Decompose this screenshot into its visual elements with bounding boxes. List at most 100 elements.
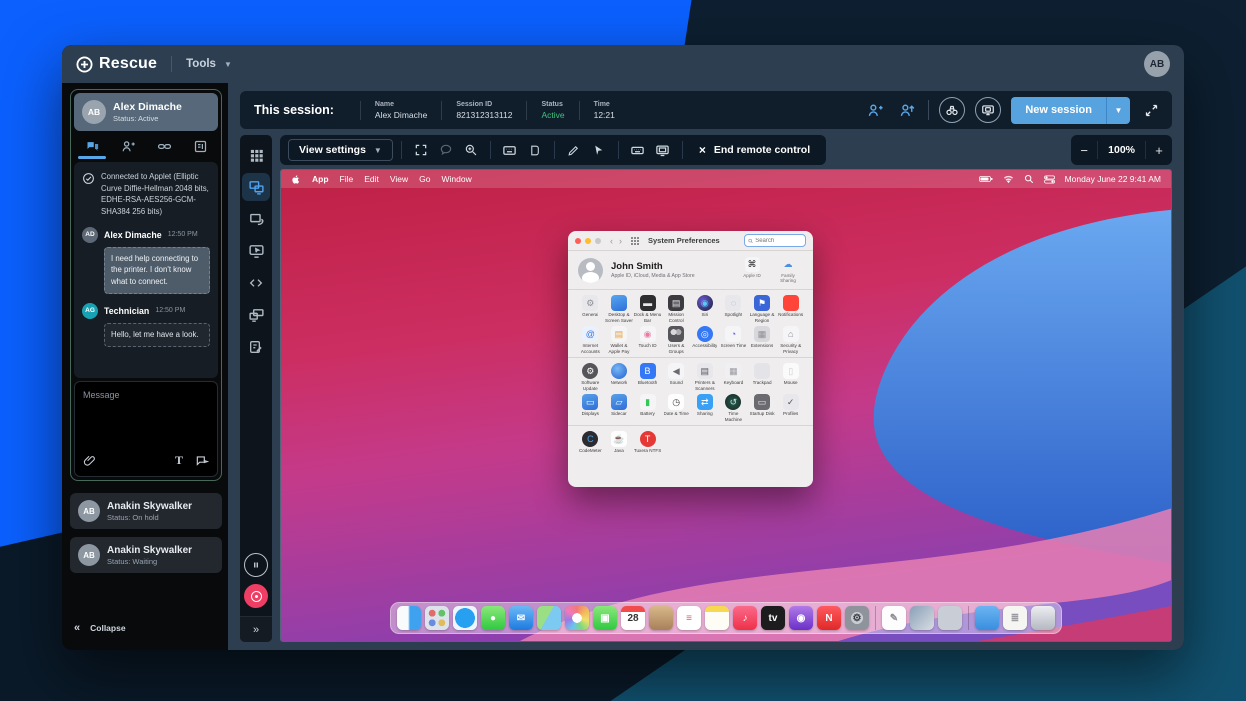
pref-sharing[interactable]: ⇄ Sharing: [691, 394, 720, 422]
tools-menu[interactable]: Tools ▼: [186, 58, 232, 70]
zoom-in-tool-button[interactable]: [460, 139, 482, 161]
zoom-window-button[interactable]: [595, 238, 601, 244]
text-format-icon[interactable]: T: [175, 453, 183, 468]
dock-icon-document[interactable]: ≣: [1003, 606, 1027, 630]
dock-icon-podcasts[interactable]: ◉: [789, 606, 813, 630]
dock-icon-reminders[interactable]: ≡: [677, 606, 701, 630]
balloon-tool-button[interactable]: [435, 139, 457, 161]
menu-app[interactable]: App: [312, 174, 329, 184]
pref-mouse[interactable]: ▯ Mouse: [776, 363, 805, 391]
pref-displays[interactable]: ▭ Displays: [576, 394, 605, 422]
pref-mission-control[interactable]: ▤ Mission Control: [662, 295, 691, 323]
pref-software-update[interactable]: ⚙ Software Update: [576, 363, 605, 391]
pref-trackpad[interactable]: Trackpad: [748, 363, 777, 391]
view-settings-dropdown[interactable]: View settings ▼: [288, 139, 393, 161]
pref-sidecar[interactable]: ▱ Sidecar: [605, 394, 634, 422]
prefs-search-input[interactable]: [755, 238, 802, 244]
new-session-button[interactable]: New session: [1011, 97, 1106, 124]
pref-screen-time[interactable]: ◔ Screen Time: [719, 326, 748, 354]
remote-control-tab[interactable]: [242, 173, 270, 201]
pref-spotlight[interactable]: ◌ Spotlight: [719, 295, 748, 323]
menu-item[interactable]: Window: [442, 174, 472, 184]
pref-desktop-screen-saver[interactable]: Desktop & Screen Saver: [605, 295, 634, 323]
tab-chat[interactable]: [74, 133, 110, 159]
apple-id-row[interactable]: John Smith Apple ID, iCloud, Media & App…: [568, 251, 813, 290]
show-all-icon[interactable]: [631, 237, 639, 245]
zoom-in-button[interactable]: +: [1146, 135, 1172, 165]
pref-startup-disk[interactable]: ▭ Startup Disk: [748, 394, 777, 422]
pref-profiles[interactable]: ✓ Profiles: [776, 394, 805, 422]
pref-bluetooth[interactable]: B Bluetooth: [633, 363, 662, 391]
wifi-icon[interactable]: [1003, 175, 1014, 184]
pref-siri[interactable]: ◉ Siri: [691, 295, 720, 323]
dock-icon-tv[interactable]: tv: [761, 606, 785, 630]
keyboard-sync-button[interactable]: [627, 139, 649, 161]
dock-icon-textedit[interactable]: ✎: [882, 606, 906, 630]
pref-touch-id[interactable]: ◉ Touch ID: [633, 326, 662, 354]
dock-icon-trash[interactable]: [1031, 606, 1055, 630]
pref-codemeter[interactable]: C CodeMeter: [576, 431, 605, 459]
end-remote-control-button[interactable]: × End remote control: [691, 143, 818, 157]
pref-sound[interactable]: ◀ Sound: [662, 363, 691, 391]
dock-icon-calendar[interactable]: 28: [621, 606, 645, 630]
pref-keyboard[interactable]: ▦ Keyboard: [719, 363, 748, 391]
dock-icon-news[interactable]: N: [817, 606, 841, 630]
screen-share-button[interactable]: [975, 97, 1001, 123]
fullscreen-toggle-button[interactable]: [1140, 99, 1162, 121]
transfer-session-button[interactable]: [896, 99, 918, 121]
menu-item[interactable]: Go: [419, 174, 430, 184]
dock-icon-finder[interactable]: [397, 606, 421, 630]
attachment-icon[interactable]: [83, 454, 96, 467]
dock-icon-messages[interactable]: ●: [481, 606, 505, 630]
chat-log[interactable]: Connected to Applet (Elliptic Curve Diff…: [74, 162, 218, 378]
pref-battery[interactable]: ▮ Battery: [633, 394, 662, 422]
menu-item[interactable]: View: [390, 174, 408, 184]
dock-icon-launchpad[interactable]: [425, 606, 449, 630]
dock-icon-mail[interactable]: ✉: [509, 606, 533, 630]
dock-icon-notes[interactable]: [705, 606, 729, 630]
whiteboard-button[interactable]: [563, 139, 585, 161]
spotlight-search-icon[interactable]: [1024, 174, 1034, 184]
prefs-search-field[interactable]: [744, 234, 806, 247]
dock-icon-downloads-folder[interactable]: [975, 606, 999, 630]
send-message-icon[interactable]: [195, 454, 209, 468]
tab-notes[interactable]: [182, 133, 218, 159]
pref-accessibility[interactable]: ◎ Accessibility: [691, 326, 720, 354]
message-input[interactable]: [83, 390, 209, 453]
dock-icon-safari[interactable]: [453, 606, 477, 630]
dock-icon-music[interactable]: ♪: [733, 606, 757, 630]
fullscreen-button[interactable]: [410, 139, 432, 161]
pref-general[interactable]: ⚙ General: [576, 295, 605, 323]
keypad-button[interactable]: [499, 139, 521, 161]
zoom-out-button[interactable]: −: [1071, 135, 1097, 165]
record-session-button[interactable]: [244, 584, 268, 608]
menu-item[interactable]: File: [340, 174, 354, 184]
monitor-session-button[interactable]: [939, 97, 965, 123]
pref-language-region[interactable]: ⚑ Language & Region: [748, 295, 777, 323]
remote-desktop-screen[interactable]: App File Edit View Go Window: [280, 169, 1172, 642]
tab-links[interactable]: [146, 133, 182, 159]
forward-button[interactable]: ›: [619, 236, 622, 246]
dock-icon-placeholder-app[interactable]: [938, 606, 962, 630]
invite-technician-button[interactable]: [864, 99, 886, 121]
account-avatar[interactable]: AB: [1144, 51, 1170, 77]
pref-date-time[interactable]: ◷ Date & Time: [662, 394, 691, 422]
pref-java[interactable]: ☕ Java: [605, 431, 634, 459]
dock-icon-maps[interactable]: [537, 606, 561, 630]
dock-icon-photos[interactable]: [565, 606, 589, 630]
dock-icon-contacts[interactable]: [649, 606, 673, 630]
queued-session-card[interactable]: AB Anakin Skywalker Status: On hold: [70, 493, 222, 529]
pref-wallet-apple-pay[interactable]: ▤ Wallet & Apple Pay: [605, 326, 634, 354]
file-transfer-tab[interactable]: [242, 205, 270, 233]
pref-security-privacy[interactable]: ⌂ Security & Privacy: [776, 326, 805, 354]
apps-grid-button[interactable]: [242, 141, 270, 169]
pref-internet-accounts[interactable]: @ Internet Accounts: [576, 326, 605, 354]
laser-pointer-button[interactable]: [588, 139, 610, 161]
pref-users-groups[interactable]: Users & Groups: [662, 326, 691, 354]
tab-invite[interactable]: [110, 133, 146, 159]
queued-session-card[interactable]: AB Anakin Skywalker Status: Waiting: [70, 537, 222, 573]
remote-view-tab[interactable]: [242, 237, 270, 265]
pref-network[interactable]: Network: [605, 363, 634, 391]
close-window-button[interactable]: [575, 238, 581, 244]
menu-item[interactable]: Edit: [364, 174, 379, 184]
